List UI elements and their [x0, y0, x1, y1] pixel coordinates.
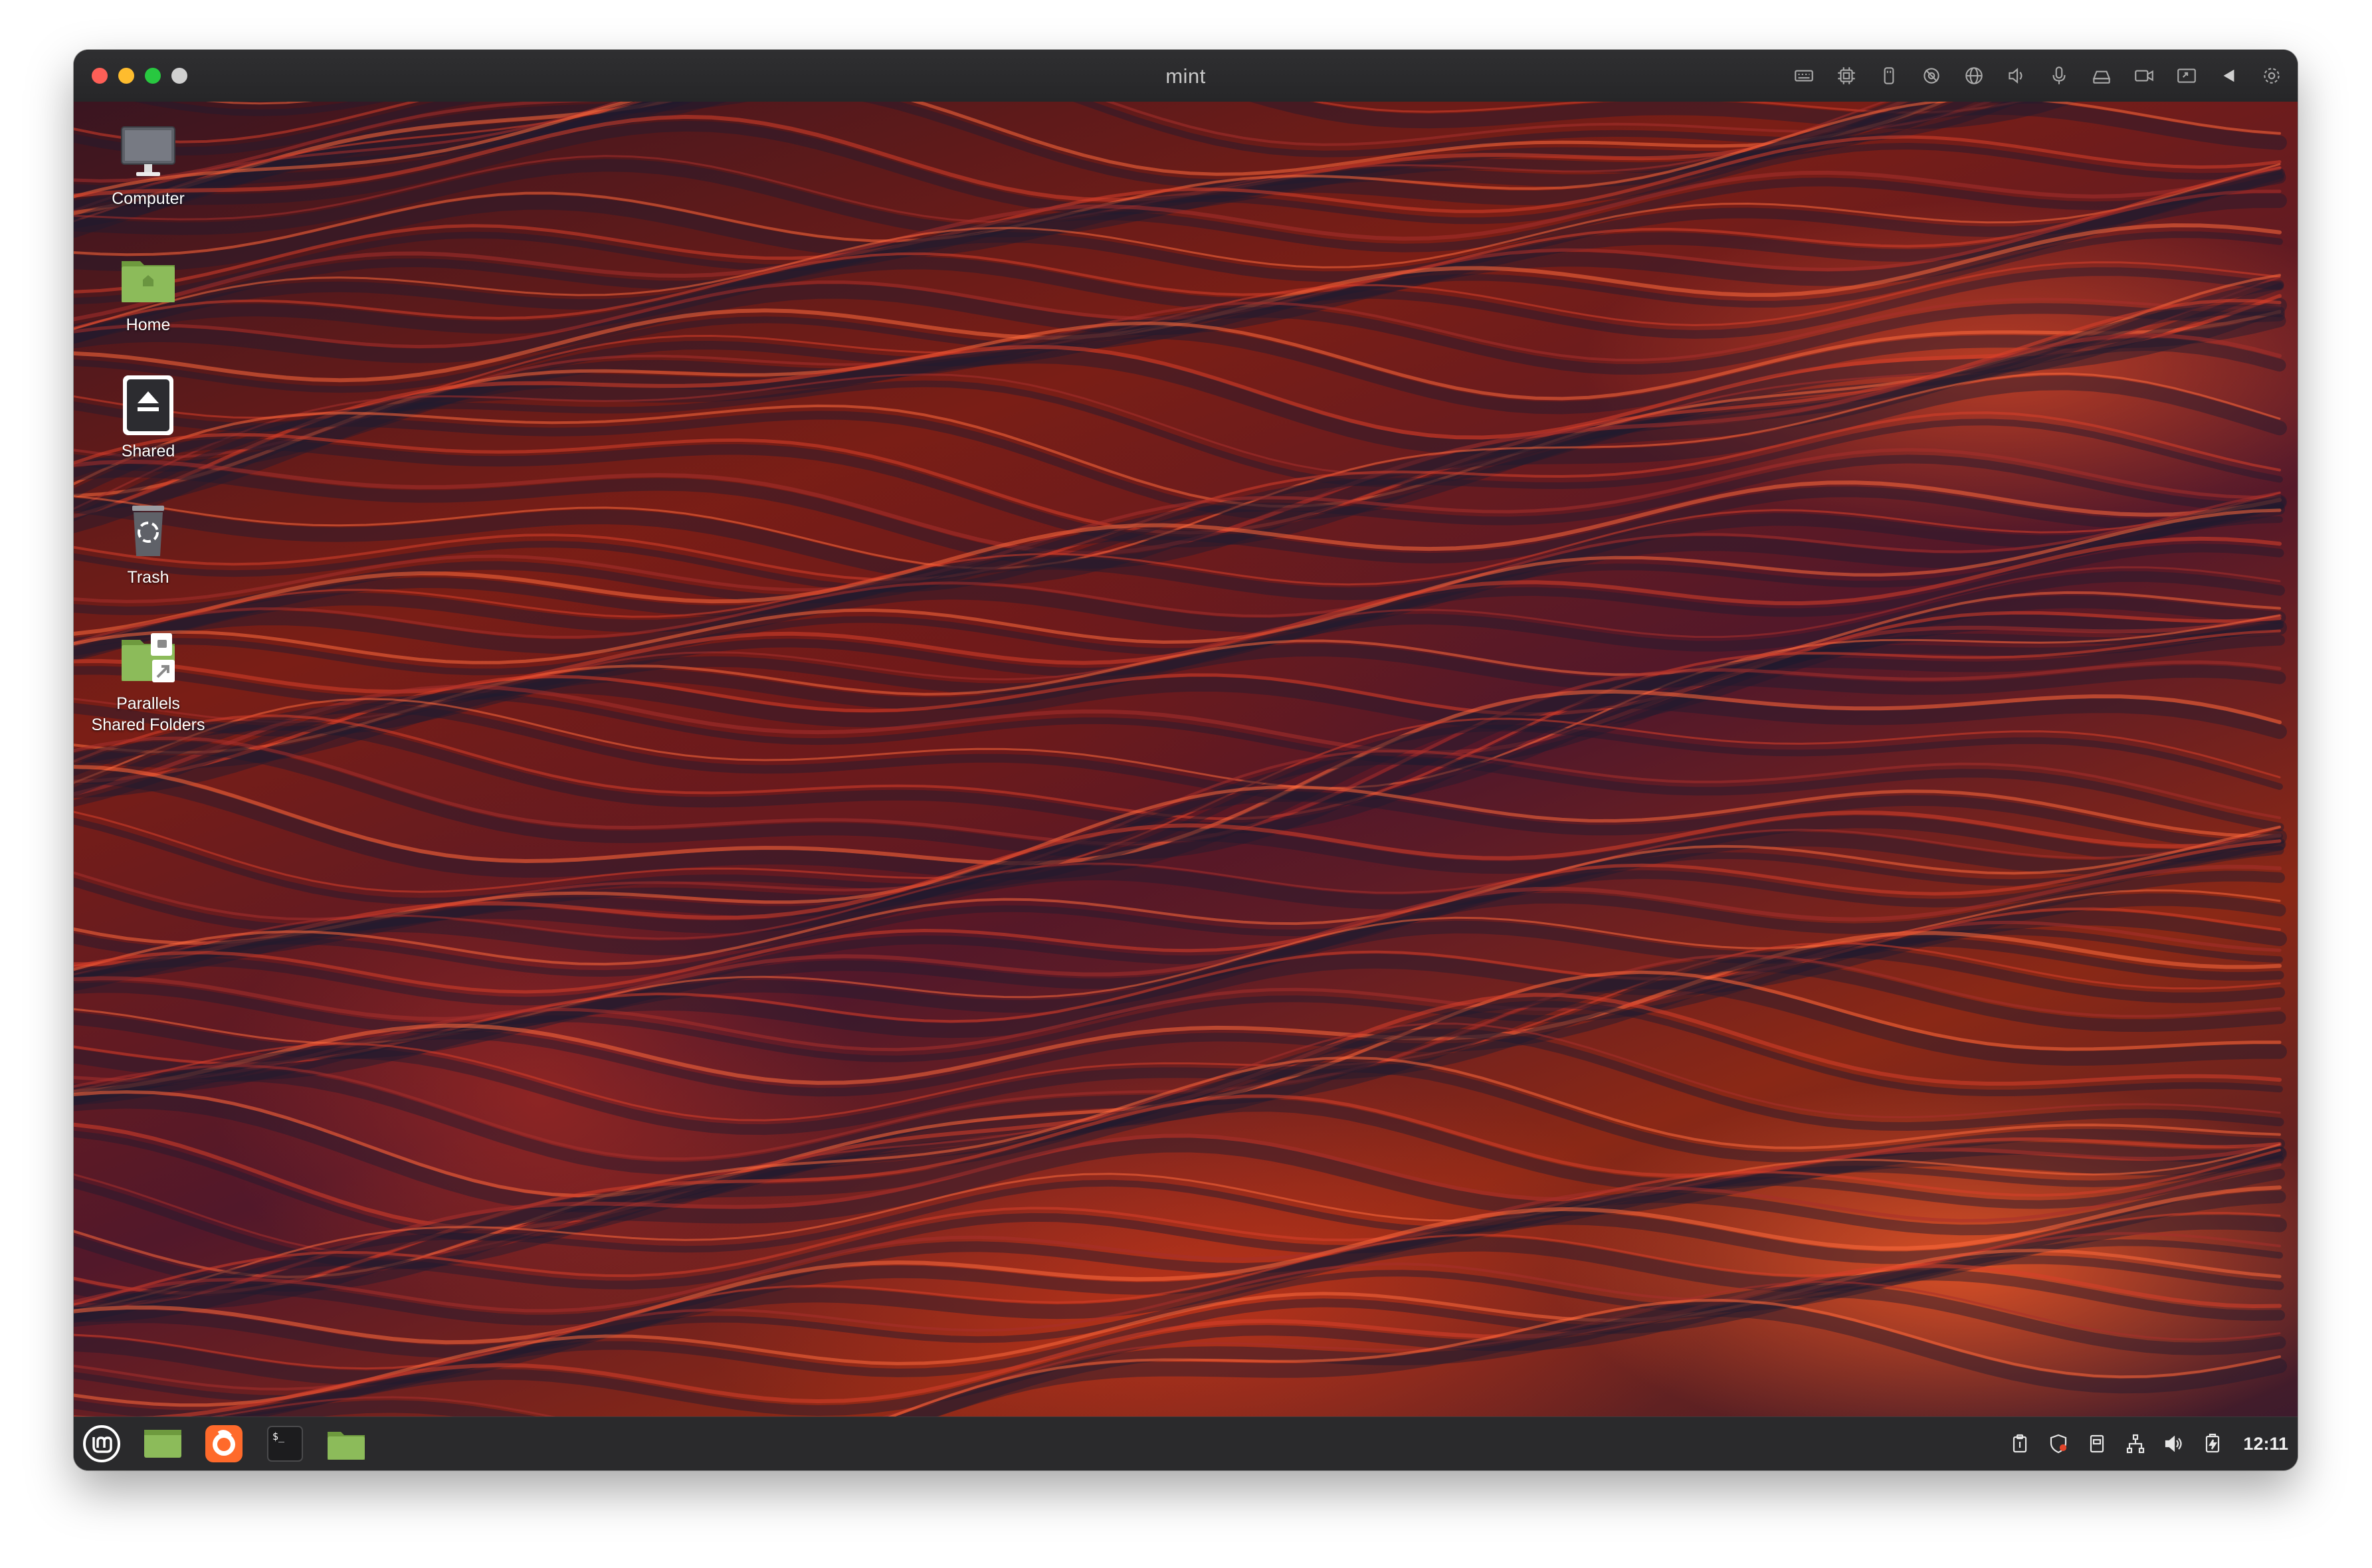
show-desktop-button[interactable]: [142, 1422, 184, 1465]
vm-window: mint Computer Home Shared Trash Parallel…: [74, 50, 2298, 1470]
usb-icon[interactable]: [1875, 62, 1903, 90]
network-icon[interactable]: [2124, 1432, 2147, 1456]
camera-off-icon[interactable]: [1918, 62, 1945, 90]
home-folder-icon: [115, 245, 181, 312]
titlebar-toolbar: [1790, 62, 2286, 90]
taskbar-launchers: $_: [80, 1422, 367, 1465]
title-bar[interactable]: mint: [74, 50, 2298, 102]
desktop-icon-label: Trash: [127, 568, 169, 587]
desktop-wallpaper[interactable]: Computer Home Shared Trash Parallels Sha…: [74, 102, 2298, 1417]
gear-icon[interactable]: [2258, 62, 2286, 90]
files-icon: [328, 1432, 365, 1460]
shared-folder-icon: [115, 624, 181, 690]
desktop-icon-label: Shared: [121, 442, 175, 460]
desktop-icon-label: Computer: [112, 189, 185, 208]
trash-icon: [115, 498, 181, 564]
volume-icon[interactable]: [2162, 1432, 2186, 1456]
shared-drive-icon: [115, 371, 181, 438]
globe-icon[interactable]: [1960, 62, 1988, 90]
arrow-left-icon[interactable]: [2215, 62, 2243, 90]
terminal-icon: $_: [267, 1426, 303, 1462]
show-desktop-icon: [144, 1430, 181, 1458]
wallpaper-waves: [74, 102, 2287, 1417]
battery-icon[interactable]: [2201, 1432, 2224, 1456]
menu-icon: [83, 1425, 120, 1462]
desktop-icon-parallels-shared-folders[interactable]: Parallels Shared Folders: [88, 624, 208, 735]
system-tray: 12:11: [2008, 1424, 2288, 1464]
desktop-icon-shared[interactable]: Shared: [88, 371, 208, 462]
desktop-icon-home[interactable]: Home: [88, 245, 208, 336]
clipboard-icon[interactable]: [2008, 1432, 2032, 1456]
taskbar: $_ 12:11: [74, 1417, 2298, 1470]
video-camera-icon[interactable]: [2130, 62, 2158, 90]
menu-button[interactable]: [80, 1422, 123, 1465]
drive-icon[interactable]: [2088, 62, 2116, 90]
desktop-icon-label: Parallels Shared Folders: [91, 694, 205, 734]
keyboard-icon[interactable]: [1790, 62, 1818, 90]
computer-icon: [115, 119, 181, 185]
notes-icon[interactable]: [2085, 1432, 2109, 1456]
firefox-icon: [205, 1425, 243, 1462]
desktop-icon-computer[interactable]: Computer: [88, 119, 208, 209]
firefox-button[interactable]: [203, 1422, 245, 1465]
shield-icon[interactable]: [2046, 1432, 2070, 1456]
screen-share-icon[interactable]: [2173, 62, 2201, 90]
desktop-icon-label: Home: [126, 316, 171, 334]
desktop-icon-trash[interactable]: Trash: [88, 498, 208, 588]
speaker-icon[interactable]: [2003, 62, 2030, 90]
clock[interactable]: 12:11: [2243, 1434, 2288, 1454]
files-button[interactable]: [325, 1422, 367, 1465]
terminal-button[interactable]: $_: [264, 1422, 306, 1465]
microphone-icon[interactable]: [2045, 62, 2073, 90]
svg-text:$_: $_: [272, 1430, 285, 1442]
cpu-icon[interactable]: [1832, 62, 1860, 90]
